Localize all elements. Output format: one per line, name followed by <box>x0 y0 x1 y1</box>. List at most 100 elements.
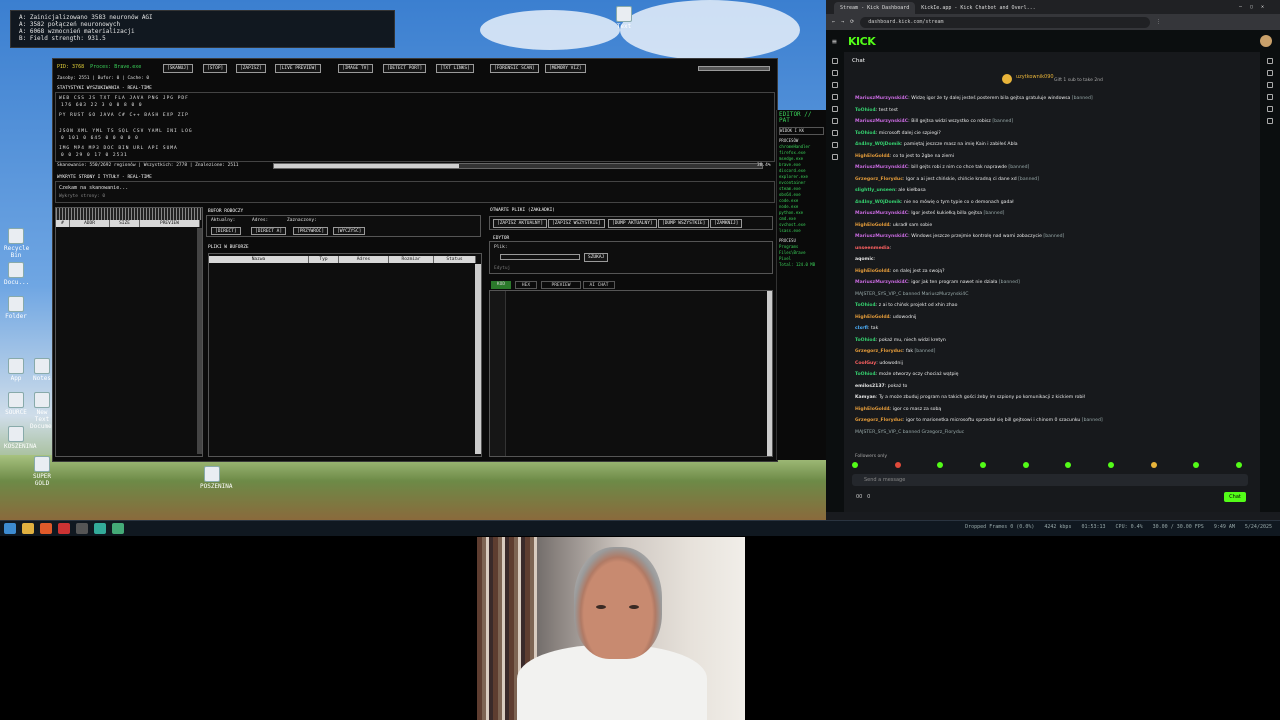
menu-icon[interactable]: ≡ <box>832 37 837 46</box>
tab-kick-dashboard[interactable]: Stream - Kick Dashboard <box>834 2 916 14</box>
dump-all-button[interactable]: [DUMP WSZYSTKIE] <box>658 219 710 228</box>
chat-username[interactable]: slightly_unseen <box>855 188 895 193</box>
chat-panel[interactable]: Chat uzytkownik090 Gift 1 sub to take 2n… <box>844 52 1260 512</box>
tab-hex[interactable]: HEX <box>515 281 537 289</box>
desktop-icon[interactable]: Text <box>612 6 636 34</box>
extensions-icon[interactable]: ⋮ <box>1156 19 1161 25</box>
scrollbar[interactable] <box>475 264 481 454</box>
list-icon[interactable] <box>832 130 838 136</box>
chat-message[interactable]: HighEloGold4: udowodnij <box>855 315 916 321</box>
chat-username[interactable]: MariuszMurzynski4C <box>855 211 908 216</box>
desktop-icon[interactable]: KOSZENINA <box>4 426 37 454</box>
url-input[interactable]: dashboard.kick.com/stream <box>860 16 1151 28</box>
find-button[interactable]: SZUKAJ <box>584 253 609 262</box>
chat-username[interactable]: unseenmedia <box>855 246 890 251</box>
memory-viz-button[interactable]: [MEMORY VIZ] <box>545 64 586 73</box>
chat-message[interactable]: ToOhio4: z ai to chińsk projekt od xhin … <box>855 303 957 309</box>
col-header-addr[interactable]: ADDR <box>70 220 110 227</box>
desktop-icon[interactable]: App <box>4 358 28 386</box>
chat-username[interactable]: Grzegorz_Floryduc <box>855 418 903 423</box>
chat-message[interactable]: slightly_unseen: ale kiełbasa <box>855 188 926 194</box>
chat-username[interactable]: aqomic <box>855 257 874 262</box>
chat-username[interactable]: ToOhio4 <box>855 131 876 136</box>
chat-message[interactable]: 4n4lny_W0jDomik: pamiętaj jeszcze masz n… <box>855 142 1018 148</box>
tab-ai-chat[interactable]: AI CHAT <box>583 281 615 289</box>
process-list-window[interactable]: EDITOR // PAT WIDOK I KK PROCESÓW chrome… <box>776 110 826 460</box>
chat-username[interactable]: Grzegorz_Floryduc <box>855 349 903 354</box>
chart-icon[interactable] <box>832 82 838 88</box>
chat-message[interactable]: MAJSTER_SYS_VIP_C banned MariuszMurzynsk… <box>855 292 968 298</box>
chat-message[interactable]: unseenmedia: <box>855 246 891 252</box>
left-list-panel[interactable]: # ADDR SIZE PREVIEW <box>55 207 203 457</box>
col-header-address[interactable]: Adres <box>339 256 389 263</box>
chat-username[interactable]: CoolGuy <box>855 361 876 366</box>
save-current-button[interactable]: [ZAPISZ AKTUALNY] <box>493 219 548 228</box>
chat-username[interactable]: HighEloGold4 <box>855 407 890 412</box>
tab-preview[interactable]: PREVIEW <box>541 281 581 289</box>
emote-icon[interactable] <box>1235 462 1242 468</box>
chat-message[interactable]: MariuszMurzynski4C: Widzę igor że ty dal… <box>855 96 1093 102</box>
save-all-button[interactable]: [ZAPISZ WSZYSTKIE] <box>548 219 605 228</box>
chat-message[interactable]: clxrfl: tak <box>855 326 878 332</box>
chat-username[interactable]: MariuszMurzynski4C <box>855 96 908 101</box>
chat-message[interactable]: MariuszMurzynski4C: Igor jesteś kukiełką… <box>855 211 1004 217</box>
chat-message[interactable]: MAJSTER_SYS_VIP_C banned Grzegorz_Floryd… <box>855 430 964 436</box>
emote-icon[interactable] <box>894 462 901 468</box>
app-icon[interactable] <box>94 523 106 534</box>
browser-window[interactable]: Stream - Kick Dashboard KickIe.app - Kic… <box>826 0 1280 520</box>
chat-message[interactable]: CoolGuy: udowodnij <box>855 361 903 367</box>
chat-message[interactable]: Grzegorz_Floryduc: Igor a ai jest chińsk… <box>855 177 1039 183</box>
chat-username[interactable]: emilos2137 <box>855 384 885 389</box>
chat-username[interactable]: ToOhio4 <box>855 108 876 113</box>
chat-username[interactable]: HighEloGold4 <box>855 223 890 228</box>
image-tv-button[interactable]: [IMAGE TV] <box>338 64 374 73</box>
app-icon[interactable] <box>112 523 124 534</box>
start-icon[interactable] <box>4 523 16 534</box>
tool-icon[interactable] <box>1267 106 1273 112</box>
chat-username[interactable]: 4n4lny_W0jDomik <box>855 142 901 147</box>
dump-current-button[interactable]: [DUMP AKTUALNY] <box>608 219 657 228</box>
close-file-button[interactable]: [ZAMKNIJ] <box>710 219 743 228</box>
chat-message[interactable]: ToOhio4: microsoft dalej cie szpiegi? <box>855 131 941 137</box>
shield-icon[interactable] <box>832 118 838 124</box>
chat-message[interactable]: 4n4lny_W0jDomik: nie no mówię o tym typi… <box>855 200 1014 206</box>
live-preview-button[interactable]: [LIVE PREVIEW] <box>275 64 321 73</box>
chat-message[interactable]: emilos2137: pokaż to <box>855 384 907 390</box>
chat-message[interactable]: aqomic: <box>855 257 875 263</box>
tool-icon[interactable] <box>1267 118 1273 124</box>
desktop-icon[interactable]: Docu... <box>4 262 29 290</box>
brave-icon[interactable] <box>40 523 52 534</box>
chat-message[interactable]: HighEloGold4: co to jest to 2gbe na ziem… <box>855 154 954 160</box>
chat-username[interactable]: 4n4lny_W0jDomik <box>855 200 901 205</box>
chat-message[interactable]: Grzegorz_Floryduc: fak [banned] <box>855 349 935 355</box>
tab-kod[interactable]: KOD <box>491 281 511 289</box>
chat-username[interactable]: HighEloGold4 <box>855 315 890 320</box>
chat-username[interactable]: ToOhio4 <box>855 372 876 377</box>
obs-icon[interactable] <box>58 523 70 534</box>
home-icon[interactable] <box>832 58 838 64</box>
desktop-icon[interactable]: SOURCE <box>4 392 28 420</box>
col-header-size[interactable]: Rozmiar <box>389 256 434 263</box>
emote-icon[interactable] <box>1150 462 1157 468</box>
scan-button[interactable]: [SKANUJ] <box>163 64 193 73</box>
forensic-scan-button[interactable]: [FORENSIC SCAN] <box>490 64 539 73</box>
mini-slider[interactable] <box>698 66 770 71</box>
tab-kickle[interactable]: KickIe.app - Kick Chatbot and Overl... <box>915 2 1041 14</box>
restore-button[interactable]: [PRZYWRÓĆ] <box>293 227 329 235</box>
side-list-item[interactable]: WIDOK I KK <box>779 127 824 135</box>
bot-icon[interactable] <box>832 154 838 160</box>
emote-icon[interactable] <box>937 462 944 468</box>
side-list-item[interactable]: lsass.exe <box>779 228 824 234</box>
files-table[interactable]: Nazwa Typ Adres Rozmiar Status <box>208 253 482 457</box>
chat-send-button[interactable]: Chat <box>1224 492 1246 502</box>
chat-message[interactable]: ToOhio4: pokaż mu, niech widzi kretyn <box>855 338 946 344</box>
kick-logo[interactable]: KICK <box>848 35 876 48</box>
window-controls-icon[interactable]: –▢✕ <box>1239 4 1272 10</box>
desktop-icon[interactable]: Notes <box>30 358 54 386</box>
tool-icon[interactable] <box>1267 70 1273 76</box>
tool-icon[interactable] <box>1267 58 1273 64</box>
chat-username[interactable]: MariuszMurzynski4C <box>855 119 908 124</box>
chat-username[interactable]: MariuszMurzynski4C <box>855 234 908 239</box>
desktop-icon[interactable]: New Text Document <box>30 392 59 430</box>
chat-message[interactable]: HighEloGold4: on dalej jest za swoją? <box>855 269 945 275</box>
